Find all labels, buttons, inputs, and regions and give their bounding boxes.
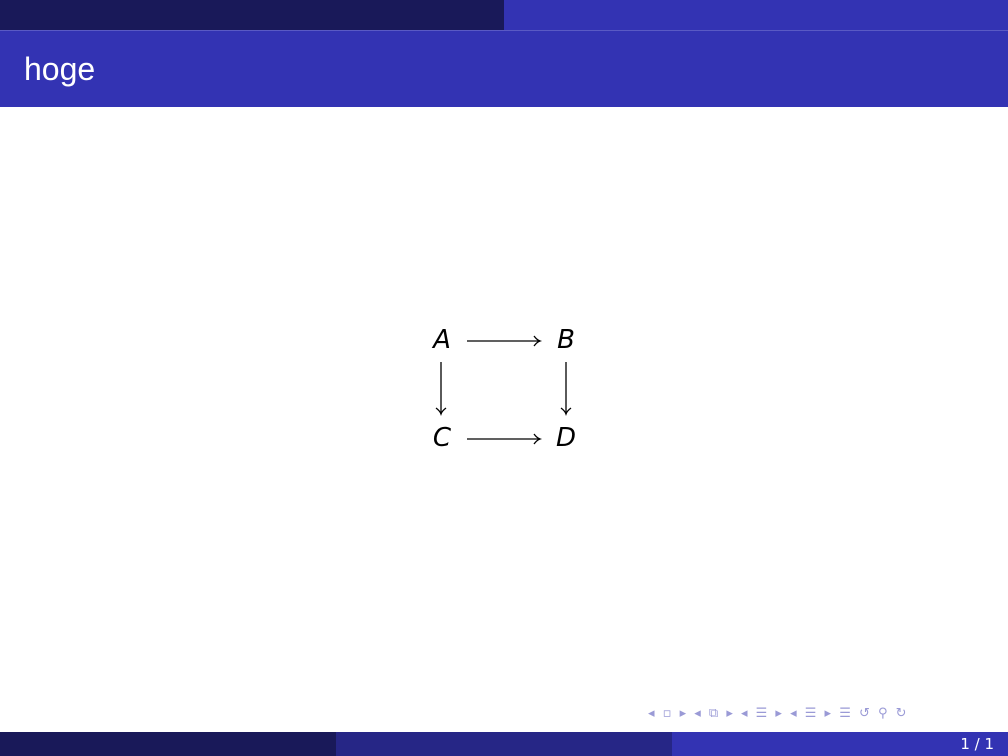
footer-middle — [336, 732, 672, 756]
arrow-a-b — [467, 335, 543, 347]
beamer-navigation-symbols[interactable]: ◂ ▫ ▸ ◂ ⧉ ▸ ◂ ☰ ▸ ◂ ☰ ▸ ☰ ↺ ⚲ ↻ — [648, 706, 909, 721]
arrow-c-d — [467, 433, 543, 445]
arrow-b-d — [560, 362, 572, 417]
arrow-a-c — [435, 362, 447, 417]
footer-page-number: 1 / 1 — [672, 732, 1008, 756]
diagram-arrows — [435, 335, 572, 445]
footer-left — [0, 732, 336, 756]
